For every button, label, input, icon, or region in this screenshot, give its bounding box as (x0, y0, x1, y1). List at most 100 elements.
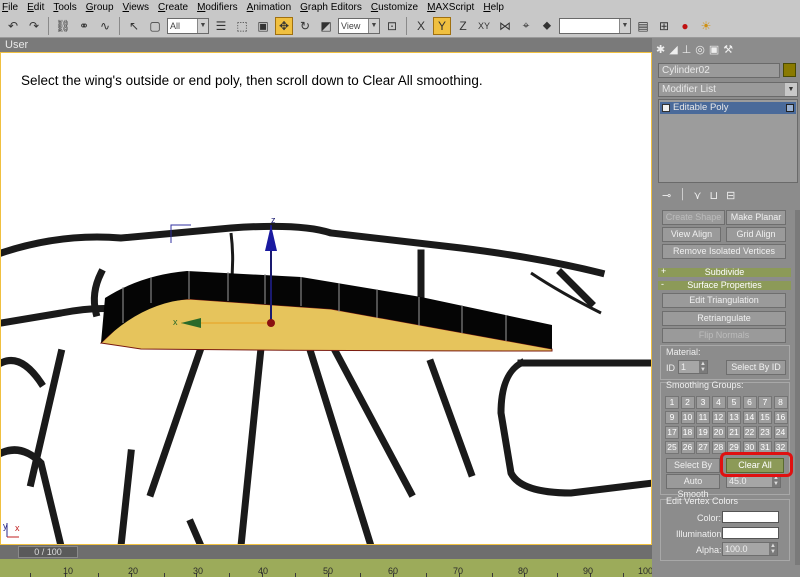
link-icon[interactable]: ⛓ (54, 17, 72, 35)
bind-space-warp-icon[interactable]: ∿ (96, 17, 114, 35)
hierarchy-tab-icon[interactable]: ⊥ (682, 43, 692, 56)
remove-modifier-icon[interactable]: ⊔ (710, 189, 719, 202)
named-selection-set-dropdown[interactable]: ▼ (559, 17, 631, 34)
window-crossing-icon[interactable]: ▣ (254, 17, 272, 35)
time-slider-thumb[interactable]: 0 / 100 (18, 546, 78, 558)
select-rotate-icon[interactable]: ↻ (296, 17, 314, 35)
smoothing-group-27-button[interactable]: 27 (696, 441, 710, 454)
command-panel-scrollbar[interactable] (795, 210, 800, 565)
smoothing-group-20-button[interactable]: 20 (711, 426, 726, 439)
select-by-name-icon[interactable]: ☰ (212, 17, 230, 35)
select-move-icon[interactable]: ✥ (275, 16, 293, 35)
axis-xy-icon[interactable]: XY (475, 17, 493, 35)
auto-smooth-button[interactable]: Auto Smooth (666, 474, 720, 499)
show-end-result-icon[interactable]: ⏐ (679, 189, 685, 202)
retriangulate-button[interactable]: Retriangulate (662, 311, 786, 326)
axis-x-icon[interactable]: X (412, 17, 430, 35)
smoothing-group-9-button[interactable]: 9 (665, 411, 679, 424)
pivot-center-icon[interactable]: ⊡ (383, 17, 401, 35)
smoothing-group-25-button[interactable]: 25 (665, 441, 679, 454)
smoothing-group-3-button[interactable]: 3 (696, 396, 710, 409)
alpha-field[interactable]: 100.0 ▲ ▼ (722, 542, 778, 556)
edit-triangulation-button[interactable]: Edit Triangulation (662, 293, 786, 308)
viewport-label[interactable]: User (0, 38, 652, 52)
make-unique-icon[interactable]: ⋎ (693, 189, 701, 202)
select-scale-icon[interactable]: ◩ (317, 17, 335, 35)
reference-coordinate-dropdown[interactable]: View ▼ (338, 17, 380, 34)
illumination-color-swatch[interactable] (722, 527, 779, 539)
menu-customize[interactable]: Customize (371, 2, 418, 13)
viewport[interactable]: z x y x Select the wing's outside or end… (0, 52, 652, 545)
smoothing-group-23-button[interactable]: 23 (758, 426, 772, 439)
select-region-rect-icon[interactable]: ⬚ (233, 17, 251, 35)
selection-filter-dropdown[interactable]: All ▼ (167, 17, 209, 34)
expand-icon[interactable] (662, 104, 670, 112)
make-planar-button[interactable]: Make Planar (726, 210, 786, 225)
menu-modifiers[interactable]: Modifiers (197, 2, 238, 13)
smoothing-group-15-button[interactable]: 15 (758, 411, 772, 424)
smoothing-group-21-button[interactable]: 21 (727, 426, 741, 439)
smoothing-group-14-button[interactable]: 14 (742, 411, 757, 424)
configure-sets-icon[interactable]: ⊟ (726, 189, 735, 202)
time-slider[interactable]: 0 / 100 (0, 545, 652, 559)
material-id-field[interactable]: 1 ▲ ▼ (678, 360, 708, 374)
smoothing-group-2-button[interactable]: 2 (680, 396, 695, 409)
motion-tab-icon[interactable]: ◎ (695, 43, 705, 56)
modifier-stack[interactable]: Editable Poly (658, 99, 798, 183)
select-region-icon[interactable]: ▢ (146, 17, 164, 35)
track-bar[interactable]: 10 20 30 40 50 60 70 80 90 100 (0, 559, 653, 577)
unlink-icon[interactable]: ⚭ (75, 17, 93, 35)
stack-item-editable-poly[interactable]: Editable Poly (660, 102, 796, 114)
align-icon[interactable]: ⌖ (517, 17, 535, 35)
smoothing-group-22-button[interactable]: 22 (742, 426, 757, 439)
smoothing-group-17-button[interactable]: 17 (665, 426, 679, 439)
smoothing-group-8-button[interactable]: 8 (773, 396, 788, 409)
view-align-button[interactable]: View Align (662, 227, 721, 242)
subdivide-rollout-header[interactable]: + Subdivide (658, 267, 791, 277)
object-name-field[interactable]: Cylinder02 (658, 63, 780, 78)
smoothing-group-13-button[interactable]: 13 (727, 411, 741, 424)
select-object-icon[interactable]: ↖ (125, 17, 143, 35)
redo-icon[interactable]: ↷ (25, 17, 43, 35)
menu-animation[interactable]: Animation (247, 2, 291, 13)
menu-views[interactable]: Views (123, 2, 150, 13)
smoothing-group-19-button[interactable]: 19 (696, 426, 710, 439)
select-by-id-button[interactable]: Select By ID (726, 360, 786, 375)
spinner-icon[interactable]: ▲ ▼ (769, 543, 777, 555)
menu-create[interactable]: Create (158, 2, 188, 13)
create-tab-icon[interactable]: ✱ (656, 43, 665, 56)
smoothing-group-1-button[interactable]: 1 (665, 396, 679, 409)
mirror-icon[interactable]: ⋈ (496, 17, 514, 35)
smoothing-group-10-button[interactable]: 10 (680, 411, 695, 424)
spinner-icon[interactable]: ▲ ▼ (699, 361, 707, 373)
undo-icon[interactable]: ↶ (4, 17, 22, 35)
lightbulb-icon[interactable] (786, 104, 794, 112)
menu-file[interactable]: File (2, 2, 18, 13)
remove-isolated-vertices-button[interactable]: Remove Isolated Vertices (662, 244, 786, 259)
menu-help[interactable]: Help (483, 2, 504, 13)
named-selection-icon[interactable]: ⬥ (538, 17, 556, 35)
axis-z-icon[interactable]: Z (454, 17, 472, 35)
smoothing-group-5-button[interactable]: 5 (727, 396, 741, 409)
track-view-icon[interactable]: ▤ (634, 17, 652, 35)
menu-edit[interactable]: Edit (27, 2, 44, 13)
smoothing-group-4-button[interactable]: 4 (711, 396, 726, 409)
display-tab-icon[interactable]: ▣ (709, 43, 719, 56)
surface-properties-rollout-header[interactable]: - Surface Properties (658, 280, 791, 290)
pin-stack-icon[interactable]: ⊸ (662, 189, 671, 202)
create-shape-button[interactable]: Create Shape (662, 210, 725, 225)
axis-y-icon[interactable]: Y (433, 16, 451, 35)
select-by-sg-button[interactable]: Select By SG (666, 458, 720, 483)
smoothing-group-12-button[interactable]: 12 (711, 411, 726, 424)
modifier-list-dropdown[interactable]: Modifier List ▼ (658, 82, 798, 97)
smoothing-group-7-button[interactable]: 7 (758, 396, 772, 409)
object-color-swatch[interactable] (783, 63, 796, 77)
grid-align-button[interactable]: Grid Align (726, 227, 786, 242)
schematic-view-icon[interactable]: ⊞ (655, 17, 673, 35)
material-editor-icon[interactable]: ● (676, 17, 694, 35)
flip-normals-button[interactable]: Flip Normals (662, 328, 786, 343)
smoothing-group-11-button[interactable]: 11 (696, 411, 710, 424)
utilities-tab-icon[interactable]: ⚒ (723, 43, 733, 56)
menu-maxscript[interactable]: MAXScript (427, 2, 474, 13)
menu-tools[interactable]: Tools (53, 2, 76, 13)
